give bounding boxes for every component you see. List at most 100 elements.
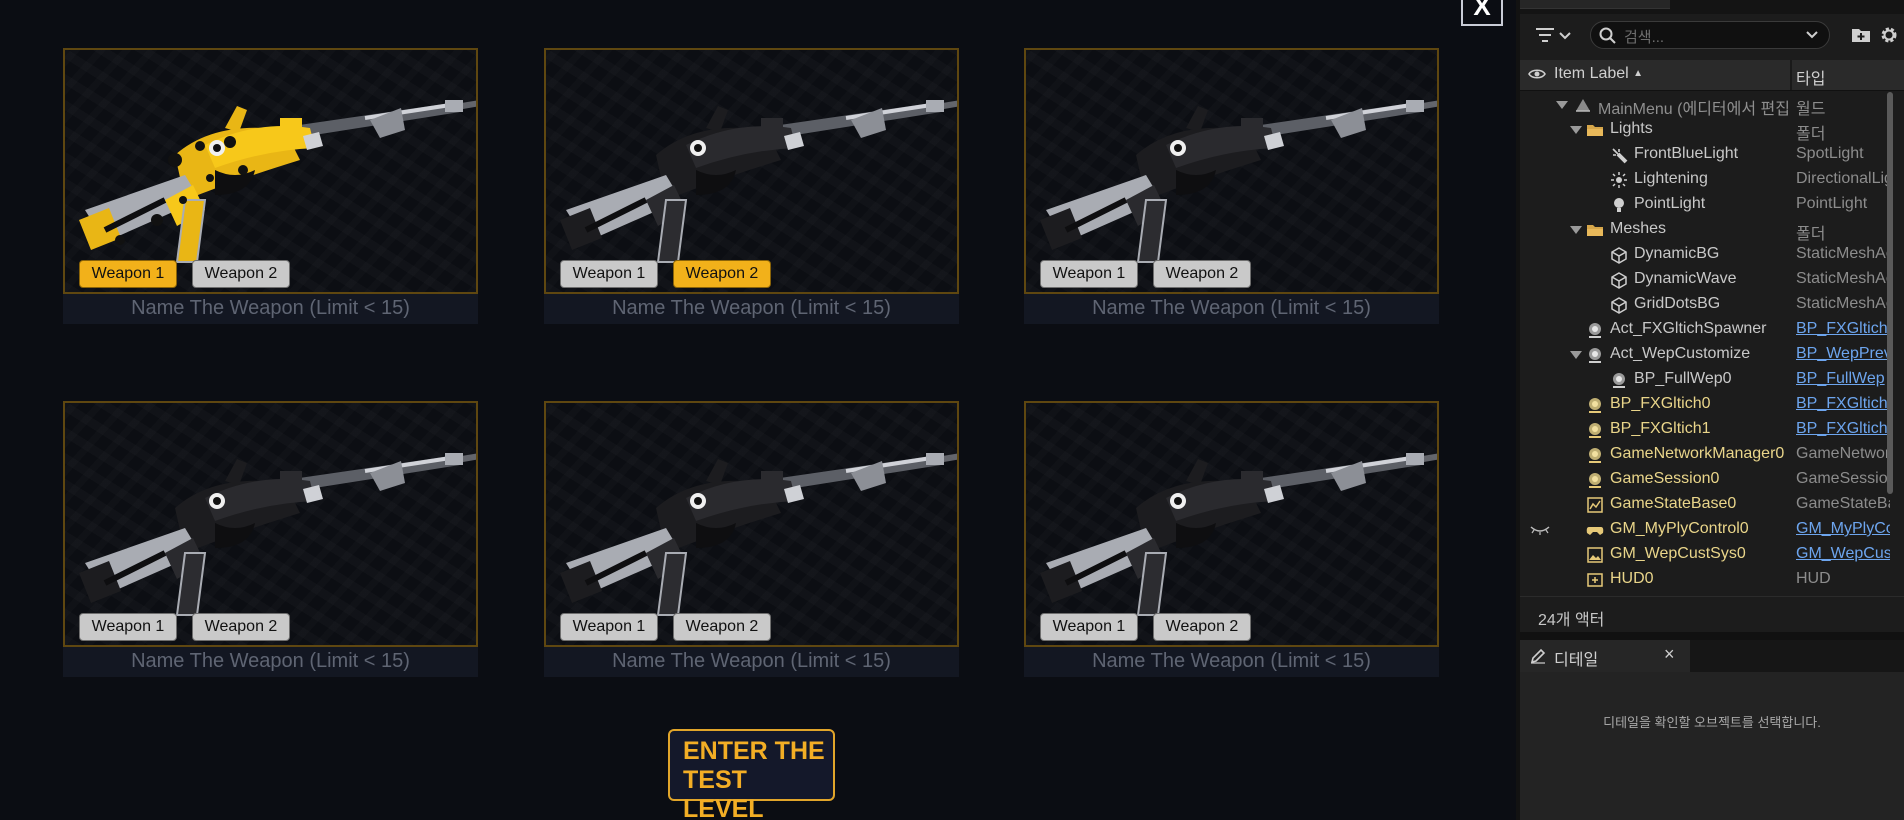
- row-type: SpotLight: [1796, 145, 1864, 162]
- item-label-text: Item Label: [1554, 65, 1629, 82]
- chevron-down-icon[interactable]: [1805, 28, 1819, 42]
- outliner-row[interactable]: Meshes 폴더: [1520, 217, 1890, 243]
- weapon-name-input[interactable]: Name The Weapon (Limit < 15): [63, 294, 478, 324]
- outliner-row[interactable]: GM_MyPlyControl0 GM_MyPlyControl: [1520, 517, 1890, 542]
- row-type: GameSession: [1796, 470, 1890, 487]
- enter-test-level-button[interactable]: ENTER THE TEST LEVEL: [668, 729, 835, 820]
- row-label: MainMenu (에디터에서 편집): [1598, 101, 1788, 118]
- outliner-row[interactable]: Act_WepCustomize BP_WepPreview: [1520, 342, 1890, 367]
- weapon-2-button[interactable]: Weapon 2: [1153, 613, 1251, 641]
- row-label: HUD0: [1610, 570, 1654, 587]
- weapon-1-button[interactable]: Weapon 1: [79, 260, 177, 288]
- outliner-row[interactable]: Act_FXGltichSpawner BP_FXGltichSpawner: [1520, 317, 1890, 342]
- weapon-name-input[interactable]: Name The Weapon (Limit < 15): [1024, 294, 1439, 324]
- rifle-image: [560, 100, 957, 263]
- weapon-name-input[interactable]: Name The Weapon (Limit < 15): [544, 647, 959, 677]
- tab-details[interactable]: 디테일 ×: [1520, 640, 1690, 672]
- image-icon: [1586, 546, 1604, 564]
- row-type[interactable]: BP_FXGltichSpawner: [1796, 320, 1890, 338]
- actor-icon: [1586, 471, 1604, 489]
- outliner-row[interactable]: HUD0 HUD: [1520, 567, 1890, 592]
- close-details-button[interactable]: ×: [1664, 644, 1675, 665]
- outliner-row[interactable]: GM_WepCustSys0 GM_WepCustSys: [1520, 542, 1890, 567]
- actor-icon: [1586, 421, 1604, 439]
- weapon-1-button[interactable]: Weapon 1: [560, 260, 658, 288]
- rifle-image: [1040, 453, 1437, 616]
- row-label: Lights: [1610, 120, 1653, 137]
- outliner-row[interactable]: GridDotsBG StaticMeshActor: [1520, 292, 1890, 317]
- weapon-2-button[interactable]: Weapon 2: [192, 613, 290, 641]
- weapon-name-input[interactable]: Name The Weapon (Limit < 15): [544, 294, 959, 324]
- expand-arrow-icon[interactable]: [1570, 351, 1582, 359]
- weapon-1-button[interactable]: Weapon 1: [560, 613, 658, 641]
- weapon-2-button[interactable]: Weapon 2: [673, 613, 771, 641]
- close-button[interactable]: X: [1461, 0, 1503, 26]
- weapon-card: Weapon 1 Weapon 2 Name The Weapon (Limit <…: [1024, 401, 1439, 677]
- outliner-row[interactable]: PointLight PointLight: [1520, 192, 1890, 217]
- outliner-row[interactable]: DynamicWave StaticMeshActor: [1520, 267, 1890, 292]
- outliner-row[interactable]: FrontBlueLight SpotLight: [1520, 142, 1890, 167]
- row-label: GM_WepCustSys0: [1610, 545, 1746, 562]
- pencil-icon: [1530, 648, 1546, 664]
- outliner-row[interactable]: MainMenu (에디터에서 편집) 월드: [1520, 92, 1890, 118]
- game-viewport: X Weapon 1 Weapon 2 Name The Weapon (Limit…: [0, 0, 1516, 820]
- weapon-1-button[interactable]: Weapon 1: [1040, 260, 1138, 288]
- outliner-row[interactable]: Lightening DirectionalLight: [1520, 167, 1890, 192]
- outliner-row[interactable]: GameSession0 GameSession: [1520, 467, 1890, 492]
- folder-icon: [1586, 221, 1604, 239]
- row-label: BP_FullWep0: [1634, 370, 1732, 387]
- weapon-name-input[interactable]: Name The Weapon (Limit < 15): [1024, 647, 1439, 677]
- eye-icon[interactable]: [1528, 67, 1546, 81]
- hud-icon: [1586, 571, 1604, 589]
- outliner-row[interactable]: BP_FXGltich0 BP_FXGltich: [1520, 392, 1890, 417]
- row-label: FrontBlueLight: [1634, 145, 1739, 162]
- outliner-column-header: Item Label ▲ 타입: [1520, 60, 1904, 91]
- rifle-image: [560, 453, 957, 616]
- expand-arrow-icon[interactable]: [1570, 126, 1582, 134]
- row-type[interactable]: BP_WepPreview: [1796, 345, 1890, 363]
- enter-button-line2: TEST LEVEL: [683, 766, 764, 820]
- row-type[interactable]: GM_MyPlyControl: [1796, 520, 1890, 538]
- weapon-2-button[interactable]: Weapon 2: [1153, 260, 1251, 288]
- outliner-scrollbar[interactable]: [1887, 92, 1893, 494]
- type-column[interactable]: 타입: [1796, 65, 1825, 89]
- weapon-preview: Weapon 1 Weapon 2: [544, 401, 959, 647]
- outliner-row[interactable]: BP_FullWep0 BP_FullWep: [1520, 367, 1890, 392]
- actor-icon: [1586, 446, 1604, 464]
- spotlight-icon: [1610, 146, 1628, 164]
- row-label: Act_WepCustomize: [1610, 345, 1751, 362]
- cube-icon: [1610, 246, 1628, 264]
- outliner-row[interactable]: GameNetworkManager0 GameNetworkManager: [1520, 442, 1890, 467]
- weapon-2-button[interactable]: Weapon 2: [192, 260, 290, 288]
- row-type[interactable]: BP_FXGltich: [1796, 395, 1890, 413]
- outliner-row[interactable]: DynamicBG StaticMeshActor: [1520, 242, 1890, 267]
- expand-arrow-icon[interactable]: [1556, 101, 1568, 109]
- search-input[interactable]: 검색...: [1590, 21, 1830, 49]
- settings-button[interactable]: [1878, 24, 1900, 46]
- weapon-1-button[interactable]: Weapon 1: [1040, 613, 1138, 641]
- add-folder-button[interactable]: [1850, 24, 1872, 46]
- weapon-2-button[interactable]: Weapon 2: [673, 260, 771, 288]
- row-type[interactable]: BP_FXGltich: [1796, 420, 1890, 438]
- row-type[interactable]: GM_WepCustSys: [1796, 545, 1890, 563]
- eye-closed-icon[interactable]: [1530, 523, 1550, 541]
- search-placeholder: 검색...: [1624, 29, 1665, 46]
- actor-count: 24개 액터: [1538, 612, 1605, 629]
- outliner-row[interactable]: Lights 폴더: [1520, 117, 1890, 143]
- folder-icon: [1586, 121, 1604, 139]
- filter-button[interactable]: [1534, 24, 1574, 46]
- outliner-row[interactable]: BP_FXGltich1 BP_FXGltich: [1520, 417, 1890, 442]
- weapon-preview: Weapon 1 Weapon 2: [1024, 401, 1439, 647]
- row-type: StaticMeshActor: [1796, 295, 1890, 312]
- row-type: StaticMeshActor: [1796, 270, 1890, 287]
- weapon-preview: Weapon 1 Weapon 2: [63, 48, 478, 294]
- item-label-column[interactable]: Item Label ▲: [1554, 65, 1643, 83]
- weapon-name-input[interactable]: Name The Weapon (Limit < 15): [63, 647, 478, 677]
- expand-arrow-icon[interactable]: [1570, 226, 1582, 234]
- rifle-image: [79, 100, 476, 263]
- row-type[interactable]: BP_FullWep: [1796, 370, 1890, 388]
- row-label: PointLight: [1634, 195, 1706, 212]
- weapon-1-button[interactable]: Weapon 1: [79, 613, 177, 641]
- outliner-row[interactable]: GameStateBase0 GameStateBase: [1520, 492, 1890, 517]
- outliner-tab[interactable]: [1520, 0, 1670, 9]
